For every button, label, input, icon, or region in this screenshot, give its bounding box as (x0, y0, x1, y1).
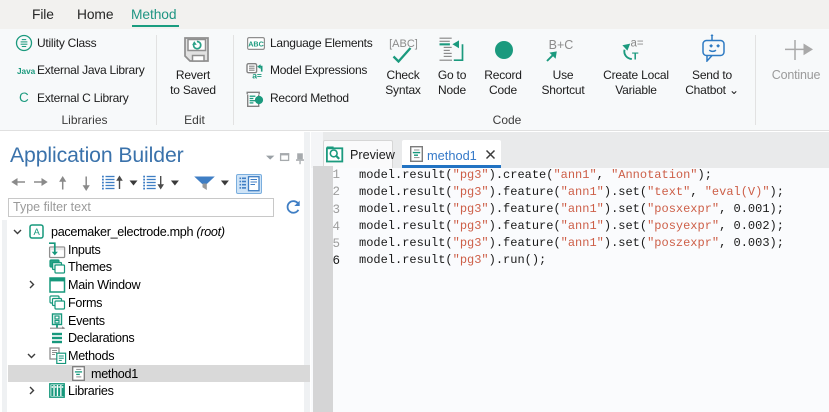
svg-text:B+C: B+C (549, 38, 574, 52)
svg-text:A: A (33, 227, 40, 238)
svg-text:ABC: ABC (248, 39, 264, 48)
svg-text:T: T (632, 51, 639, 63)
svg-text:a=: a= (252, 71, 262, 80)
svg-text:a=: a= (631, 38, 644, 50)
svg-text:[ABC]: [ABC] (389, 38, 418, 50)
